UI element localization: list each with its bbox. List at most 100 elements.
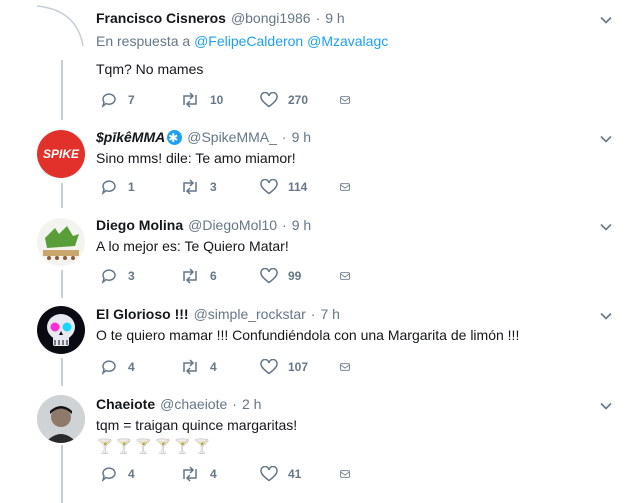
like-button[interactable]: 114 xyxy=(260,179,340,195)
like-count: 99 xyxy=(288,269,302,283)
like-count: 114 xyxy=(288,180,308,194)
timestamp[interactable]: 7 h xyxy=(320,305,339,323)
direct-message-button[interactable] xyxy=(340,269,360,283)
like-count: 107 xyxy=(288,360,309,374)
verified-badge-icon xyxy=(167,129,183,147)
reply-icon xyxy=(101,93,116,108)
reply-button[interactable]: 7 xyxy=(100,92,180,108)
envelope-icon xyxy=(340,183,350,191)
reply-count: 3 xyxy=(128,269,135,283)
tweet-actions: 4 4 41 xyxy=(100,464,360,484)
chevron-down-icon[interactable] xyxy=(599,399,613,413)
avatar-logo-text: SPIKE xyxy=(42,147,79,161)
retweet-button[interactable]: 4 xyxy=(180,466,260,482)
heart-icon xyxy=(260,359,278,375)
tweet-text: Tqm? No mames xyxy=(96,61,204,77)
retweet-icon xyxy=(183,359,197,375)
tweet[interactable]: Chaeiote @chaeiote · 2 h tqm = traigan q… xyxy=(0,386,637,503)
direct-message-button[interactable] xyxy=(340,180,360,194)
chevron-down-icon[interactable] xyxy=(599,132,613,146)
heart-icon xyxy=(260,92,278,108)
reply-count: 1 xyxy=(128,180,135,194)
heart-icon xyxy=(260,179,278,195)
tweet-actions: 3 6 99 xyxy=(100,266,360,286)
avatar[interactable]: SPIKE xyxy=(37,130,85,178)
retweet-button[interactable]: 6 xyxy=(180,268,260,284)
author-handle[interactable]: @simple_rockstar xyxy=(194,305,306,323)
tweet-actions: 4 4 107 xyxy=(100,357,360,377)
reply-count: 7 xyxy=(128,93,135,107)
separator: · xyxy=(315,10,321,26)
reply-icon xyxy=(101,180,116,195)
avatar[interactable] xyxy=(37,395,85,443)
reply-icon xyxy=(101,360,116,375)
reply-count: 4 xyxy=(128,467,135,481)
avatar[interactable] xyxy=(37,218,85,266)
direct-message-button[interactable] xyxy=(340,467,360,481)
chevron-down-icon[interactable] xyxy=(599,13,613,27)
retweet-button[interactable]: 4 xyxy=(180,359,260,375)
reply-icon xyxy=(101,467,116,482)
retweet-icon xyxy=(183,268,197,284)
skull-avatar-icon xyxy=(47,314,75,346)
author-name[interactable]: Diego Molina xyxy=(96,216,183,234)
author-handle[interactable]: @chaeiote xyxy=(160,395,227,413)
reply-user-link[interactable]: @Mzavalagc xyxy=(307,33,388,49)
like-button[interactable]: 99 xyxy=(260,268,340,284)
avatar-placeholder-icon xyxy=(37,5,84,47)
reply-button[interactable]: 3 xyxy=(100,268,180,284)
timestamp[interactable]: 9 h xyxy=(292,128,311,146)
retweet-count: 6 xyxy=(210,269,217,283)
author-handle[interactable]: @SpikeMMA_ xyxy=(187,128,277,146)
retweet-icon xyxy=(183,92,197,108)
tweet-text: A lo mejor es: Te Quiero Matar! xyxy=(96,238,289,254)
retweet-count: 4 xyxy=(210,360,217,374)
reply-button[interactable]: 1 xyxy=(100,179,180,195)
timestamp[interactable]: 9 h xyxy=(292,216,311,234)
avatar-illustration-icon xyxy=(43,226,79,260)
tweet-actions: 1 3 114 xyxy=(100,177,360,197)
tweet-actions: 7 10 270 xyxy=(100,90,360,110)
direct-message-button[interactable] xyxy=(340,360,360,374)
avatar[interactable] xyxy=(37,0,85,48)
direct-message-button[interactable] xyxy=(340,93,360,107)
retweet-button[interactable]: 3 xyxy=(180,179,260,195)
reply-button[interactable]: 4 xyxy=(100,466,180,482)
reply-button[interactable]: 4 xyxy=(100,359,180,375)
separator: · xyxy=(232,396,237,412)
reply-user-link[interactable]: @FelipeCalderon xyxy=(194,33,303,49)
separator: · xyxy=(310,306,316,322)
timestamp[interactable]: 9 h xyxy=(325,9,344,27)
envelope-icon xyxy=(340,363,350,371)
author-name[interactable]: Chaeiote xyxy=(96,395,155,413)
person-avatar-icon xyxy=(37,395,85,443)
heart-icon xyxy=(260,268,278,284)
reply-prefix: En respuesta a xyxy=(96,33,191,49)
author-handle[interactable]: @bongi1986 xyxy=(231,9,311,27)
like-count: 270 xyxy=(288,93,309,107)
reply-context: En respuesta a @FelipeCalderon @Mzavalag… xyxy=(96,33,601,49)
retweet-count: 4 xyxy=(210,467,217,481)
timestamp[interactable]: 2 h xyxy=(242,395,261,413)
separator: · xyxy=(281,129,287,145)
chevron-down-icon[interactable] xyxy=(599,220,613,234)
envelope-icon xyxy=(340,272,350,280)
emoji-row: 🍸🍸🍸🍸🍸🍸 xyxy=(96,438,213,454)
retweet-count: 10 xyxy=(210,93,224,107)
retweet-button[interactable]: 10 xyxy=(180,92,260,108)
author-name[interactable]: $pīkêMMA xyxy=(96,128,165,146)
author-handle[interactable]: @DiegoMol10 xyxy=(188,216,277,234)
like-button[interactable]: 107 xyxy=(260,359,340,375)
heart-icon xyxy=(260,466,278,482)
reply-icon xyxy=(101,269,116,284)
like-count: 41 xyxy=(288,467,302,481)
tweet-text: O te quiero mamar !!! Confundiéndola con… xyxy=(96,327,520,343)
retweet-icon xyxy=(183,466,197,482)
chevron-down-icon[interactable] xyxy=(599,309,613,323)
author-name[interactable]: El Glorioso !!! xyxy=(96,305,189,323)
like-button[interactable]: 270 xyxy=(260,92,340,108)
like-button[interactable]: 41 xyxy=(260,466,340,482)
envelope-icon xyxy=(340,470,350,478)
author-name[interactable]: Francisco Cisneros xyxy=(96,9,226,27)
avatar[interactable] xyxy=(37,306,85,354)
